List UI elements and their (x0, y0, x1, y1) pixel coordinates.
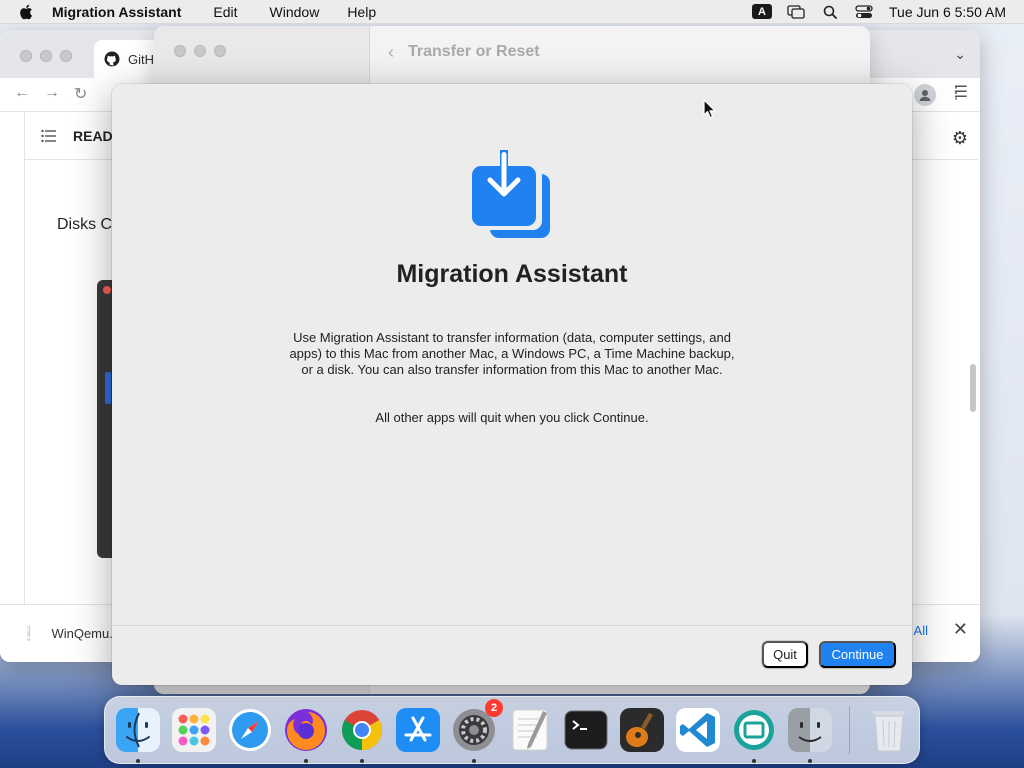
browser-tab-title: GitH (128, 51, 154, 67)
garageband-icon[interactable] (617, 705, 667, 755)
input-source-icon[interactable]: A (745, 4, 779, 19)
terminal-icon[interactable] (561, 705, 611, 755)
footer-divider (112, 625, 912, 626)
control-center-icon[interactable] (847, 4, 881, 19)
menu-app-name[interactable]: Migration Assistant (52, 4, 213, 20)
outline-list-icon[interactable] (41, 129, 57, 143)
menu-window[interactable]: Window (270, 4, 348, 20)
migration-assistant-icon[interactable] (785, 705, 835, 763)
file-icon: ❕ (20, 625, 38, 641)
mouse-cursor-icon (703, 99, 716, 119)
chrome-icon[interactable] (337, 705, 387, 763)
back-chevron-icon[interactable]: ‹ (388, 42, 394, 63)
settings-page-title: Transfer or Reset (408, 43, 540, 60)
github-icon (104, 51, 120, 67)
spotlight-search-icon[interactable] (813, 5, 847, 19)
safari-icon[interactable] (225, 705, 275, 755)
trash-icon[interactable] (864, 705, 914, 755)
gear-icon[interactable]: ⚙ (952, 128, 968, 149)
reload-icon[interactable]: ↻ (74, 84, 87, 104)
dock: 2 (104, 696, 920, 764)
finder-icon[interactable] (113, 705, 163, 763)
notification-badge: 2 (485, 699, 503, 717)
migration-assistant-dialog: Migration Assistant Use Migration Assist… (112, 84, 912, 685)
input-source-label: A (752, 4, 772, 19)
apple-menu-icon[interactable] (0, 4, 52, 20)
menu-bar: Migration Assistant Edit Window Help A T… (0, 0, 1024, 24)
show-all-downloads-link[interactable]: All (914, 623, 928, 638)
close-icon[interactable]: ✕ (953, 619, 968, 640)
menu-edit[interactable]: Edit (213, 4, 269, 20)
dialog-note: All other apps will quit when you click … (375, 410, 649, 425)
forward-arrow-icon[interactable]: → (44, 84, 60, 104)
dock-divider (849, 706, 850, 754)
firefox-icon[interactable] (281, 705, 331, 763)
scrollbar[interactable] (970, 364, 976, 412)
readme-label[interactable]: READ (73, 128, 113, 144)
settings-window-controls[interactable] (174, 45, 226, 57)
chevron-down-icon[interactable]: ⌄ (954, 46, 966, 63)
quit-button[interactable]: Quit (762, 641, 808, 668)
profile-avatar-icon[interactable] (914, 84, 936, 106)
dialog-description: Use Migration Assistant to transfer info… (289, 330, 735, 377)
menu-help[interactable]: Help (347, 4, 392, 20)
menu-clock[interactable]: Tue Jun 6 5:50 AM (889, 4, 1006, 20)
app-store-icon[interactable] (393, 705, 443, 755)
dialog-title: Migration Assistant (396, 260, 628, 288)
list-menu-icon[interactable]: ☰ (954, 82, 968, 102)
qemu-icon[interactable] (729, 705, 779, 763)
settings-header: ‹ Transfer or Reset (370, 26, 870, 78)
screen-mirroring-icon[interactable] (779, 4, 813, 19)
continue-button[interactable]: Continue (819, 641, 896, 668)
download-filename[interactable]: WinQemu. (51, 626, 112, 641)
vscode-icon[interactable] (673, 705, 723, 755)
readme-body-text: Disks C (57, 216, 113, 233)
migration-assistant-app-icon (472, 150, 550, 238)
back-arrow-icon[interactable]: ← (14, 84, 30, 104)
textedit-icon[interactable] (505, 705, 555, 755)
browser-window-controls[interactable] (20, 50, 72, 62)
launchpad-icon[interactable] (169, 705, 219, 755)
system-settings-icon[interactable]: 2 (449, 699, 503, 763)
